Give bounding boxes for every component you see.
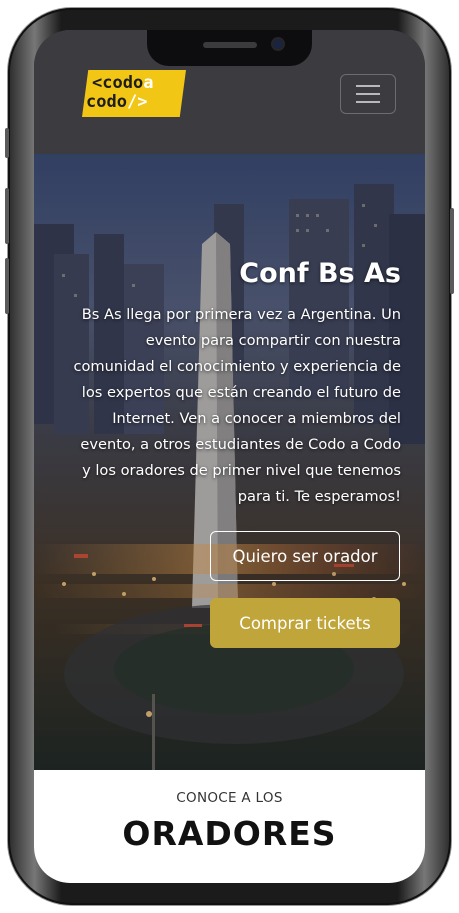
phone-notch — [147, 30, 312, 66]
volume-down-button — [5, 258, 9, 314]
speakers-section: CONOCE A LOS ORADORES — [34, 770, 425, 883]
hamburger-icon — [356, 85, 380, 103]
volume-up-button — [5, 188, 9, 244]
become-speaker-button[interactable]: Quiero ser orador — [210, 531, 400, 581]
phone-screen: <codoa codo/> Conf Bs As Bs As llega por… — [34, 30, 425, 883]
hero-banner: Conf Bs As Bs As llega por primera vez a… — [34, 154, 425, 770]
power-button — [450, 208, 454, 294]
logo-text-codo: <codo — [92, 73, 144, 93]
logo-text-a: a — [143, 73, 154, 93]
hero-description: Bs As llega por primera vez a Argentina.… — [73, 306, 401, 505]
speaker-grille — [203, 42, 257, 48]
speakers-subtitle: CONOCE A LOS — [176, 790, 283, 806]
logo-text-codo-2: codo — [86, 92, 127, 112]
menu-toggle-button[interactable] — [340, 74, 396, 114]
logo-text-slash: /> — [126, 92, 148, 112]
camera-icon — [273, 39, 283, 49]
buy-tickets-button[interactable]: Comprar tickets — [210, 598, 400, 648]
codo-a-codo-logo[interactable]: <codoa codo/> — [82, 70, 186, 117]
mute-switch — [5, 128, 9, 158]
speakers-title: ORADORES — [122, 814, 337, 853]
hero-title: Conf Bs As — [239, 258, 401, 289]
